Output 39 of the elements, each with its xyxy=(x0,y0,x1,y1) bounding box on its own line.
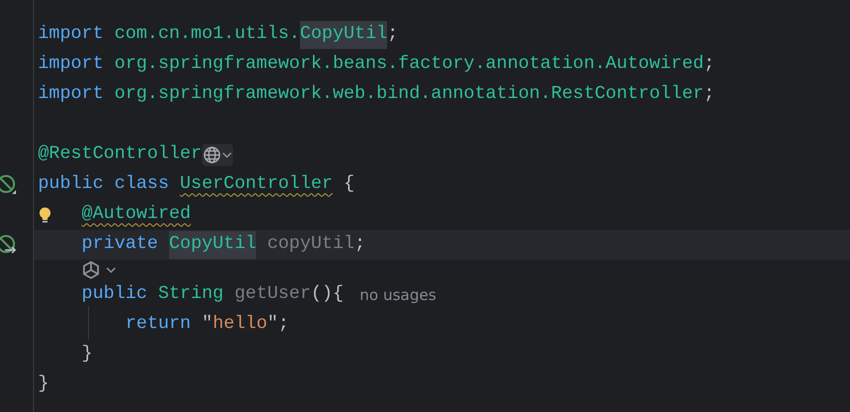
punctuation: " xyxy=(202,313,213,336)
keyword: class xyxy=(114,173,169,196)
punctuation: } xyxy=(82,343,93,366)
punctuation: (){ xyxy=(310,283,344,306)
string-literal: hello xyxy=(212,313,268,336)
punctuation: ; xyxy=(704,53,715,76)
annotation: @Autowired xyxy=(82,203,191,226)
globe-icon xyxy=(202,146,221,164)
type-name: CopyUtil xyxy=(168,231,256,259)
type-name: UserController xyxy=(180,173,333,196)
endpoint-hint[interactable] xyxy=(202,144,233,166)
keyword: import xyxy=(38,83,104,106)
keyword: import xyxy=(38,23,104,46)
punctuation: "; xyxy=(267,313,290,336)
keyword: private xyxy=(82,233,158,256)
keyword: public xyxy=(82,283,148,306)
bean-icon[interactable] xyxy=(0,174,18,196)
usage-hint[interactable]: no usages xyxy=(360,284,436,306)
punctuation: ; xyxy=(704,83,715,106)
punctuation: ; xyxy=(387,23,398,46)
punctuation: { xyxy=(344,173,355,196)
punctuation: } xyxy=(38,373,49,396)
package-name: org.springframework.beans.factory.annotation.Autowired xyxy=(114,53,704,76)
identifier: getUser xyxy=(234,283,311,306)
keyword: import xyxy=(38,53,104,76)
keyword: public xyxy=(38,173,104,196)
type-name: String xyxy=(158,283,224,306)
annotation: @RestController xyxy=(38,143,202,166)
package-name: CopyUtil xyxy=(300,21,388,49)
ai-assistant-icon[interactable] xyxy=(82,261,100,279)
chevron-down-icon[interactable] xyxy=(106,266,116,274)
bean-arrow-icon[interactable] xyxy=(0,234,18,256)
package-name: org.springframework.web.bind.annotation.RestController xyxy=(114,83,704,106)
chevron-down-icon xyxy=(222,151,232,159)
keyword: return xyxy=(125,313,191,336)
punctuation: ; xyxy=(354,233,366,256)
lightbulb-icon[interactable] xyxy=(38,206,52,224)
package-name: com.cn.mo1.utils. xyxy=(114,23,300,46)
identifier: copyUtil xyxy=(267,233,355,256)
